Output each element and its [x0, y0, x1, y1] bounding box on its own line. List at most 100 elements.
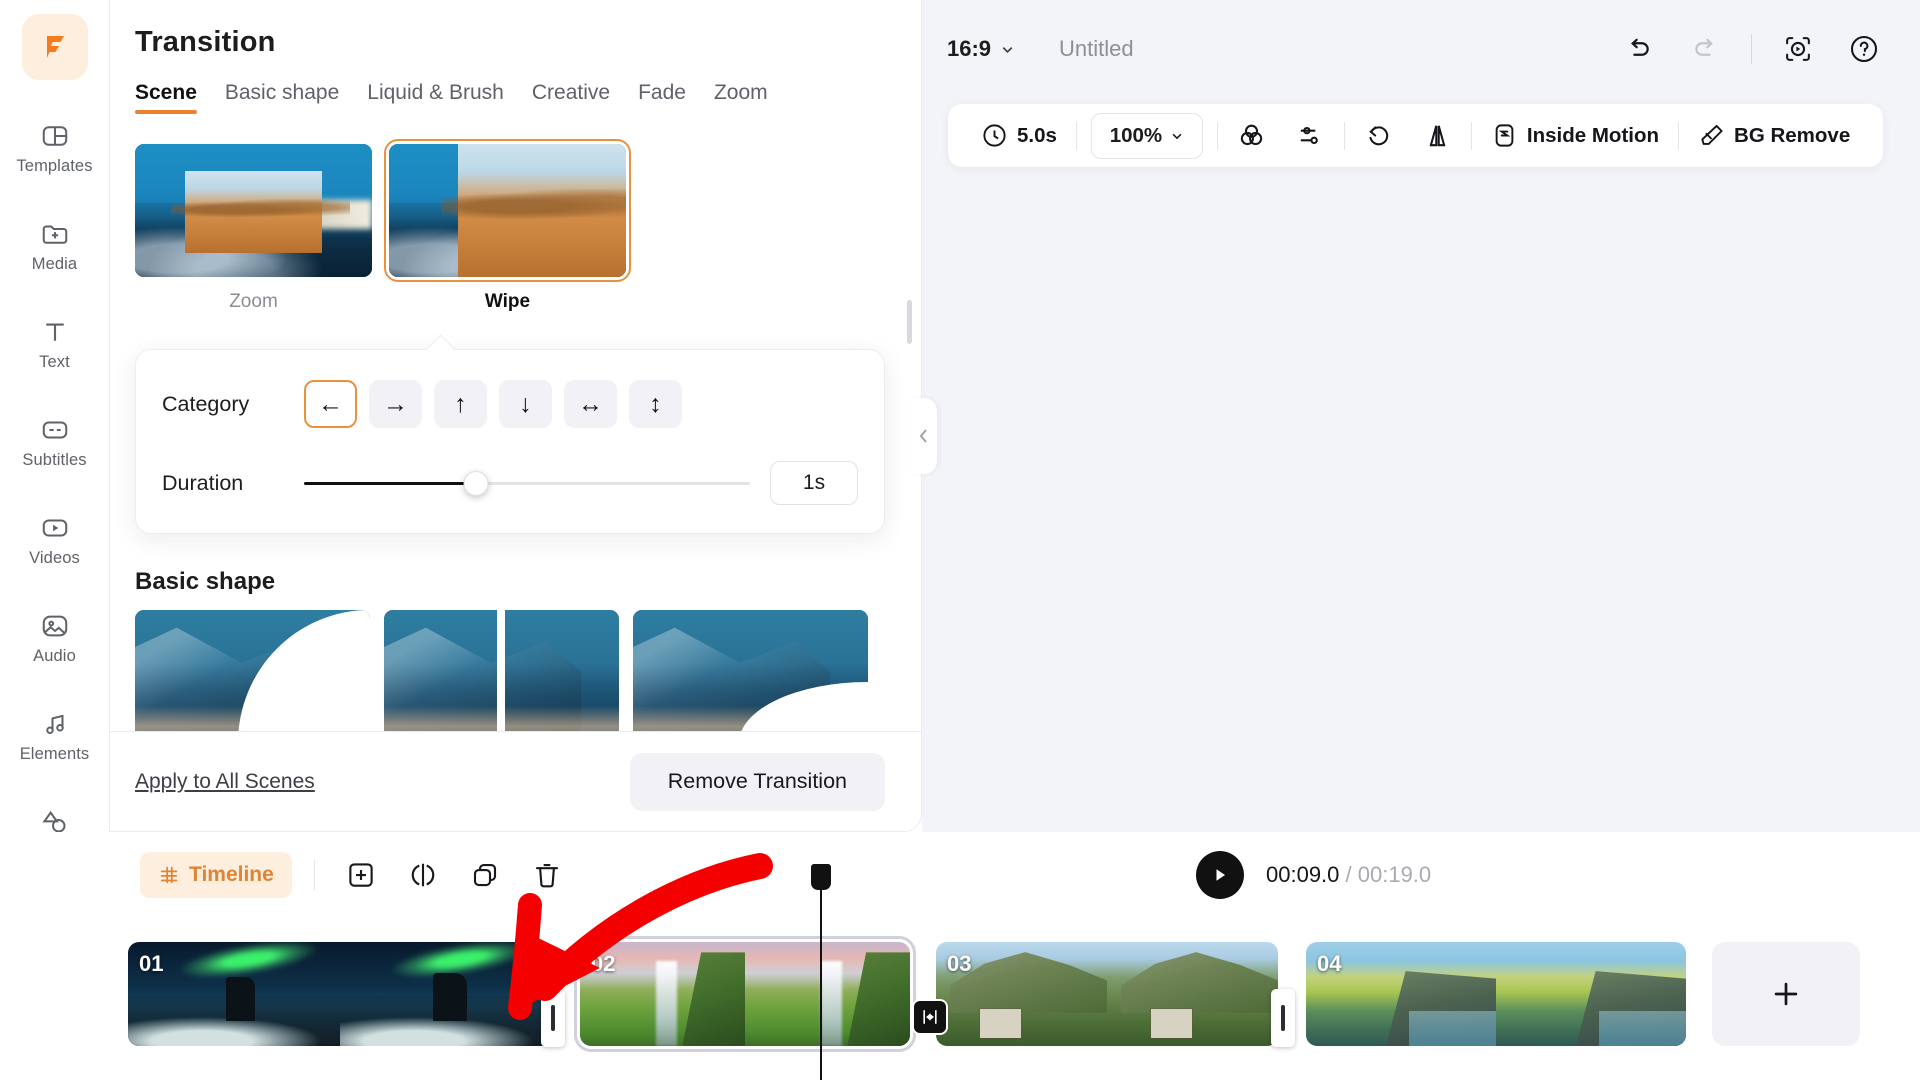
chevron-left-icon: [917, 425, 931, 447]
transition-icon: [920, 1007, 940, 1027]
preview-render-button[interactable]: [1778, 29, 1818, 69]
sidebar-item-videos[interactable]: Videos: [9, 498, 101, 583]
sidebar-item-text[interactable]: Text: [9, 302, 101, 387]
preview-render-icon: [1782, 33, 1814, 65]
top-actions: [1619, 29, 1884, 69]
duplicate-clip-tool[interactable]: [461, 851, 509, 899]
clock-icon: [981, 122, 1008, 149]
thumb-art-dune: [458, 144, 626, 277]
sidebar-item-audio[interactable]: Elements: [9, 694, 101, 779]
category-arrow-right[interactable]: →: [369, 380, 422, 428]
rotate-icon: [1364, 121, 1393, 150]
app-logo[interactable]: [22, 14, 88, 80]
clip-frames: [936, 942, 1278, 1046]
tab-fade[interactable]: Fade: [638, 81, 686, 114]
bg-remove-label: BG Remove: [1734, 124, 1850, 148]
redo-button[interactable]: [1685, 29, 1725, 69]
category-arrow-left[interactable]: ←: [304, 380, 357, 428]
current-time: 00:09.0: [1266, 862, 1339, 887]
timeline-mode-chip[interactable]: Timeline: [140, 852, 292, 898]
category-arrow-up[interactable]: ↑: [434, 380, 487, 428]
timeline-icon: [158, 864, 180, 886]
clip-frame: [1496, 942, 1686, 1046]
bg-remove-button[interactable]: BG Remove: [1683, 113, 1865, 159]
timeline-track[interactable]: 01 02: [0, 918, 1920, 1080]
remove-transition-button[interactable]: Remove Transition: [630, 753, 885, 811]
clip-art-coast: [1496, 942, 1686, 1046]
undo-button[interactable]: [1619, 29, 1659, 69]
category-arrow-down[interactable]: ↓: [499, 380, 552, 428]
clip-frames: [1306, 942, 1686, 1046]
timeline-area: Timeline: [0, 832, 1920, 1080]
redo-icon: [1690, 34, 1720, 64]
apply-to-all-scenes-link[interactable]: Apply to All Scenes: [135, 770, 315, 794]
trim-handle-left[interactable]: [541, 989, 565, 1047]
sidebar-label-videos: Videos: [29, 549, 80, 568]
clip-art-waterfall: [745, 942, 910, 1046]
color-adjust-button[interactable]: [1222, 113, 1281, 159]
scene-item-zoom[interactable]: Zoom: [135, 144, 372, 313]
clip-frame: [745, 942, 910, 1046]
add-clip-button[interactable]: [1712, 942, 1860, 1046]
duration-input[interactable]: 1s: [770, 461, 858, 505]
sidebar-item-templates[interactable]: Templates: [9, 106, 101, 191]
tab-creative[interactable]: Creative: [532, 81, 610, 114]
table-row[interactable]: 01: [128, 942, 552, 1046]
basic-shape-item-1[interactable]: [135, 610, 370, 731]
category-arrow-vertical[interactable]: ↕: [629, 380, 682, 428]
basic-shape-item-2[interactable]: [384, 610, 619, 731]
clip-number: 04: [1317, 951, 1341, 977]
sidebar-item-subtitles[interactable]: Subtitles: [9, 400, 101, 485]
transition-badge[interactable]: [912, 999, 948, 1035]
table-row[interactable]: 02: [580, 942, 910, 1046]
split-clip-tool[interactable]: [399, 851, 447, 899]
scene-item-wipe[interactable]: Wipe: [389, 144, 626, 313]
category-options: ← → ↑ ↓ ↔ ↕: [304, 380, 682, 428]
sidebar-item-media[interactable]: Media: [9, 204, 101, 289]
basic-shape-item-3[interactable]: [633, 610, 868, 731]
add-clip-tool[interactable]: [337, 851, 385, 899]
playhead[interactable]: [820, 866, 822, 1080]
duration-slider[interactable]: [304, 468, 750, 498]
aspect-ratio-selector[interactable]: 16:9: [947, 36, 1015, 62]
panel-scrollbar[interactable]: [907, 300, 912, 344]
tab-scene[interactable]: Scene: [135, 81, 197, 114]
tab-basic-shape[interactable]: Basic shape: [225, 81, 339, 114]
clip-art-castle: [1107, 942, 1278, 1046]
timeline-toolbar: Timeline: [0, 832, 1920, 918]
duplicate-icon: [470, 860, 500, 890]
zoom-selector[interactable]: 100%: [1091, 113, 1203, 159]
slider-knob[interactable]: [463, 471, 488, 496]
table-row[interactable]: 04: [1306, 942, 1686, 1046]
playhead-handle[interactable]: [811, 864, 831, 890]
total-time: 00:19.0: [1358, 862, 1431, 887]
audio-icon: [40, 709, 70, 739]
sidebar-item-images[interactable]: Audio: [9, 596, 101, 681]
aspect-ratio-value: 16:9: [947, 36, 991, 62]
rotate-button[interactable]: [1349, 113, 1408, 159]
panel-footer: Apply to All Scenes Remove Transition: [110, 731, 921, 831]
adjustments-button[interactable]: [1281, 113, 1340, 159]
toolbar-divider: [1471, 122, 1472, 150]
scene-thumb-zoom[interactable]: [135, 144, 372, 277]
category-arrow-horizontal[interactable]: ↔: [564, 380, 617, 428]
flip-button[interactable]: [1408, 113, 1467, 159]
scene-thumb-wipe[interactable]: [389, 144, 626, 277]
tab-liquid-brush[interactable]: Liquid & Brush: [367, 81, 504, 114]
document-title[interactable]: Untitled: [1059, 36, 1134, 62]
help-button[interactable]: [1844, 29, 1884, 69]
clip-duration-button[interactable]: 5.0s: [966, 113, 1072, 159]
inside-motion-button[interactable]: Inside Motion: [1476, 113, 1674, 159]
table-row[interactable]: 03: [936, 942, 1278, 1046]
tab-zoom[interactable]: Zoom: [714, 81, 768, 114]
help-icon: [1848, 33, 1880, 65]
panel-collapse-button[interactable]: [911, 398, 937, 474]
trim-handle-right[interactable]: [1271, 989, 1295, 1047]
delete-icon: [532, 860, 562, 890]
plus-icon: [1769, 977, 1803, 1011]
play-button[interactable]: [1196, 851, 1244, 899]
category-label: Category: [162, 392, 304, 417]
basic-shape-grid: [135, 610, 921, 731]
clip-frames: [580, 942, 910, 1046]
delete-clip-tool[interactable]: [523, 851, 571, 899]
